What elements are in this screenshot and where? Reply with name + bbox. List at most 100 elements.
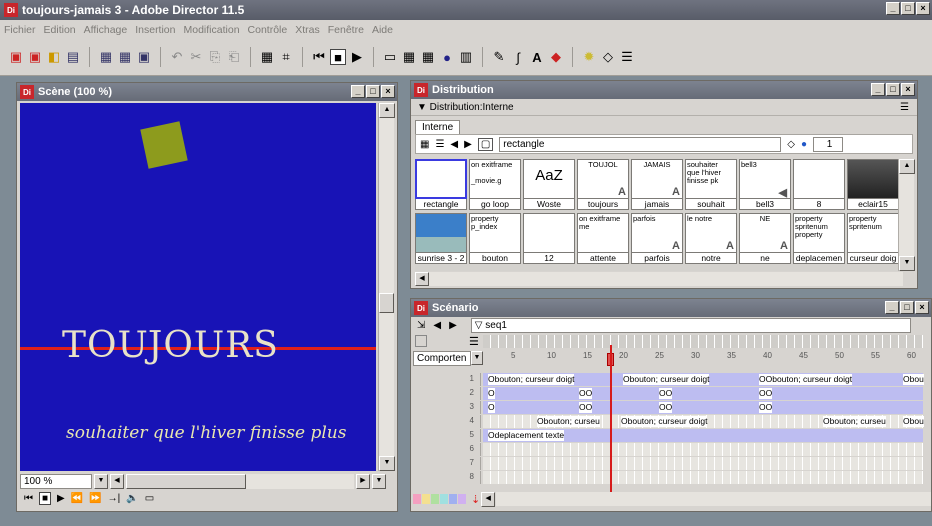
member-name-field[interactable]: rectangle (499, 136, 782, 152)
selected-frames-icon[interactable]: ▭ (145, 493, 154, 504)
cast-member[interactable]: property p_index bouton (469, 213, 521, 265)
color-swatch[interactable] (449, 494, 457, 504)
hscroll-left-icon[interactable]: ◀ (110, 473, 124, 489)
cast-member[interactable]: TOUJOL A toujours (577, 159, 629, 211)
step-forward-icon[interactable]: ⏩ (89, 493, 101, 504)
shockwave-icon[interactable]: ◆ (548, 49, 564, 65)
cast-member[interactable]: property spritenum curseur doig (847, 213, 899, 265)
stage-window-icon[interactable]: ▭ (382, 49, 398, 65)
channel-cells[interactable] (483, 457, 923, 470)
maximize-button[interactable]: □ (901, 2, 915, 15)
channel-cells[interactable] (483, 471, 923, 484)
cast-member[interactable]: 12 (523, 213, 575, 265)
marker-menu-icon[interactable]: ⇲ (417, 320, 425, 331)
color-swatch[interactable] (440, 494, 448, 504)
cast-member[interactable]: property spritenum property deplacemen (793, 213, 845, 265)
cast-member[interactable]: parfois A parfois (631, 213, 683, 265)
sprite-span[interactable]: OO (759, 402, 773, 413)
property-inspector-icon[interactable]: ● (439, 49, 455, 65)
prev-marker-icon[interactable]: ◀ (433, 320, 441, 331)
score-channel[interactable]: 8 (413, 471, 932, 485)
menu-edition[interactable]: Edition (44, 24, 76, 36)
import-icon[interactable]: ▤ (65, 49, 81, 65)
sprite-span[interactable]: OObouton; curseur doigt (759, 374, 853, 385)
toujours-text-sprite[interactable]: TOUJOURS (62, 325, 279, 366)
dist-close-button[interactable]: × (901, 83, 915, 96)
thumbnail-view-icon[interactable]: ▦ (420, 139, 429, 150)
color-swatch[interactable] (458, 494, 466, 504)
sprite-span[interactable]: O (488, 388, 495, 399)
sprite-span[interactable]: OO (759, 388, 773, 399)
copy-icon[interactable]: ⎘ (207, 49, 223, 65)
sprite-span[interactable]: Obouton; curseur doigt (488, 374, 575, 385)
next-marker-icon[interactable]: ▶ (449, 320, 457, 331)
prev-member-icon[interactable]: ◀ (450, 139, 458, 150)
channel-cells[interactable]: Odeplacement texte (483, 429, 923, 442)
hscroll-left-icon[interactable]: ◀ (415, 272, 429, 286)
score-maximize-button[interactable]: □ (900, 301, 914, 314)
member-number-field[interactable]: 1 (813, 136, 844, 152)
new-cast-icon[interactable]: ▣ (27, 49, 43, 65)
paint-icon[interactable]: ✎ (491, 49, 507, 65)
sprite-span[interactable]: Obouton; curseur doigt (621, 416, 708, 427)
menu-insertion[interactable]: Insertion (135, 24, 175, 36)
menu-fenetre[interactable]: Fenêtre (328, 24, 364, 36)
cast-member[interactable]: bell3 ◀ bell3 (739, 159, 791, 211)
cast-hscroll[interactable]: ◀ (415, 272, 903, 286)
hscroll-left-icon[interactable]: ◀ (481, 491, 496, 507)
menu-fichier[interactable]: Fichier (4, 24, 36, 36)
sprite-span[interactable]: Obou (903, 374, 924, 385)
step-back-icon[interactable]: ⏪ (71, 493, 83, 504)
cast-member[interactable]: eclair15 (847, 159, 899, 211)
menu-modification[interactable]: Modification (184, 24, 240, 36)
zoom-field[interactable]: 100 % (20, 473, 92, 489)
script-icon[interactable]: ◇ (787, 139, 795, 150)
menu-aide[interactable]: Aide (372, 24, 393, 36)
scene-vscroll[interactable]: ▲ ▼ (378, 103, 395, 471)
score-channel[interactable]: 2 O OO OO OO (413, 387, 932, 401)
scroll-down-icon[interactable]: ▼ (899, 256, 915, 271)
scene-options-icon[interactable]: ▼ (372, 473, 386, 489)
stage[interactable]: TOUJOURS souhaiter que l'hiver finisse p… (20, 103, 376, 471)
sprite-span[interactable]: O (488, 402, 495, 413)
scene-minimize-button[interactable]: _ (351, 85, 365, 98)
souhait-text-sprite[interactable]: souhaiter que l'hiver finisse plus (66, 423, 346, 443)
marker-field[interactable]: ▽ seq1 (470, 317, 911, 333)
menu-xtras[interactable]: Xtras (295, 24, 320, 36)
rewind-icon[interactable]: ⏮ (24, 493, 33, 504)
frame-ruler[interactable]: 5 10 15 20 25 30 35 40 45 50 55 60 (483, 351, 923, 367)
play-icon[interactable]: ▶ (349, 49, 365, 65)
channel-cells[interactable]: Obouton; curseur doigt Obouton; curseur … (483, 373, 924, 386)
scene-hscroll[interactable] (126, 473, 354, 489)
cast-vscroll[interactable]: ▲ ▼ (898, 159, 915, 271)
score-channel[interactable]: 7 (413, 457, 932, 471)
cast-member[interactable]: on exitframe me attente (577, 213, 629, 265)
score-channel[interactable]: 1 Obouton; curseur doigt Obouton; curseu… (413, 373, 932, 387)
sprite-span[interactable]: Obou (903, 416, 924, 427)
cast-member[interactable]: souhaiter que l'hiver finisse pk souhait (685, 159, 737, 211)
cast-member[interactable]: AaZ Woste (523, 159, 575, 211)
cast-member[interactable]: NE A ne (739, 213, 791, 265)
cast-member[interactable]: le notre A notre (685, 213, 737, 265)
stop-icon[interactable]: ■ (39, 491, 52, 505)
color-swatch[interactable] (413, 494, 421, 504)
cast-member[interactable]: 8 (793, 159, 845, 211)
channel-cells[interactable] (483, 443, 923, 456)
scene-vscroll-thumb[interactable] (379, 293, 394, 313)
tab-interne[interactable]: Interne (415, 120, 461, 134)
library-icon[interactable]: ▥ (458, 49, 474, 65)
color-swatch[interactable] (431, 494, 439, 504)
open-icon[interactable]: ◧ (46, 49, 62, 65)
menu-affichage[interactable]: Affichage (84, 24, 128, 36)
scroll-up-icon[interactable]: ▲ (379, 103, 395, 118)
scene-maximize-button[interactable]: □ (366, 85, 380, 98)
channel-cells[interactable]: O OO OO OO (483, 401, 923, 414)
find-icon[interactable]: ▦ (259, 49, 275, 65)
list-view-icon[interactable]: ☰ (435, 139, 444, 150)
sprite-span[interactable]: Obouton; curseu (823, 416, 886, 427)
zoom-dropdown-icon[interactable]: ▼ (94, 473, 108, 489)
score-channel[interactable]: 6 (413, 443, 932, 457)
rewind-icon[interactable]: ⏮ (311, 49, 327, 65)
paste-icon[interactable]: ⎗ (226, 49, 242, 65)
sprite-span[interactable]: OO (659, 402, 673, 413)
